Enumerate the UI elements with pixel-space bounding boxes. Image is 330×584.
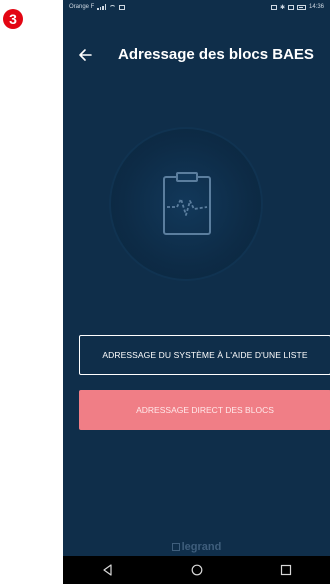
battery-icon	[296, 4, 306, 10]
triangle-back-icon	[102, 564, 112, 576]
back-arrow-icon[interactable]	[77, 47, 93, 63]
brand-logo: legrand	[63, 541, 330, 553]
list-addressing-button[interactable]: ADRESSAGE DU SYSTÈME À L'AIDE D'UNE LIST…	[79, 335, 330, 375]
brand-name: legrand	[181, 541, 222, 553]
nfc-icon	[270, 4, 277, 10]
wifi-icon	[109, 4, 117, 10]
circle-home-icon	[191, 564, 202, 576]
page-title: Adressage des blocs BAES	[118, 46, 314, 63]
nav-recents-button[interactable]	[271, 560, 301, 580]
status-right: ✱ 14:36	[270, 4, 324, 11]
legrand-logo-icon	[171, 543, 180, 551]
data-icon	[119, 4, 126, 10]
illustration-circle	[111, 129, 261, 279]
bluetooth-icon: ✱	[279, 4, 285, 11]
phone-screen: Orange F ✱ 14:36 Adressage des blocs BAE…	[63, 0, 330, 584]
carrier-label: Orange F	[69, 4, 95, 10]
step-number-badge: 3	[3, 9, 23, 29]
nav-home-button[interactable]	[182, 560, 212, 580]
clipboard-pulse-icon	[163, 172, 211, 235]
app-header: Adressage des blocs BAES	[63, 40, 330, 70]
status-left: Orange F	[69, 4, 126, 10]
nav-back-button[interactable]	[93, 560, 123, 580]
status-bar: Orange F ✱ 14:36	[63, 0, 330, 14]
clock-time: 14:36	[308, 4, 324, 10]
square-recents-icon	[280, 564, 291, 576]
direct-addressing-button[interactable]: ADRESSAGE DIRECT DES BLOCS	[79, 390, 330, 430]
system-navigation-bar	[63, 556, 330, 584]
vibrate-icon	[287, 4, 294, 10]
signal-icon	[97, 4, 107, 10]
